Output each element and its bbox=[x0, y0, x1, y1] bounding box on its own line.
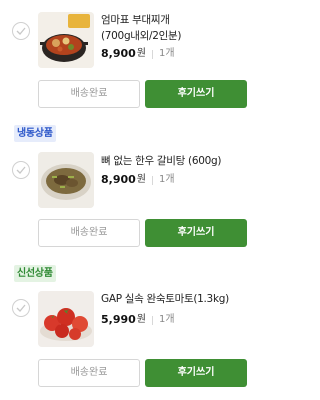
product-name[interactable]: GAP 실속 완숙토마토(1.3kg) bbox=[101, 291, 251, 307]
select-checkbox[interactable] bbox=[12, 161, 30, 179]
quantity: 1개 bbox=[159, 48, 175, 59]
delivery-complete-button[interactable]: 배송완료 bbox=[38, 359, 140, 387]
currency: 원 bbox=[136, 174, 146, 185]
section-badge-frozen: 냉동상품 bbox=[14, 125, 56, 142]
price-row: 5,990 원 1개 bbox=[101, 312, 175, 328]
divider bbox=[152, 315, 153, 325]
write-review-button[interactable]: 후기쓰기 bbox=[145, 219, 247, 247]
section-badge-fresh: 신선상품 bbox=[14, 265, 56, 282]
write-review-button[interactable]: 후기쓰기 bbox=[145, 80, 247, 108]
write-review-button[interactable]: 후기쓰기 bbox=[145, 359, 247, 387]
check-icon bbox=[16, 27, 26, 35]
divider bbox=[152, 49, 153, 59]
price-row: 8,900 원 1개 bbox=[101, 46, 175, 62]
delivery-complete-button[interactable]: 배송완료 bbox=[38, 80, 140, 108]
check-icon bbox=[16, 304, 26, 312]
price: 8,900 bbox=[101, 173, 136, 186]
divider bbox=[152, 175, 153, 185]
price: 5,990 bbox=[101, 313, 136, 326]
product-thumbnail[interactable] bbox=[38, 152, 94, 208]
quantity: 1개 bbox=[159, 314, 175, 325]
product-name[interactable]: 뼈 없는 한우 갈비탕 (600g) bbox=[101, 153, 251, 169]
product-thumbnail[interactable] bbox=[38, 291, 94, 347]
select-checkbox[interactable] bbox=[12, 299, 30, 317]
quantity: 1개 bbox=[159, 174, 175, 185]
check-icon bbox=[16, 166, 26, 174]
product-thumbnail[interactable] bbox=[38, 12, 94, 68]
currency: 원 bbox=[136, 48, 146, 59]
currency: 원 bbox=[136, 314, 146, 325]
price: 8,900 bbox=[101, 47, 136, 60]
delivery-complete-button[interactable]: 배송완료 bbox=[38, 219, 140, 247]
select-checkbox[interactable] bbox=[12, 22, 30, 40]
price-row: 8,900 원 1개 bbox=[101, 172, 175, 188]
product-name[interactable]: 엄마표 부대찌개 (700g내외/2인분) bbox=[101, 12, 251, 44]
